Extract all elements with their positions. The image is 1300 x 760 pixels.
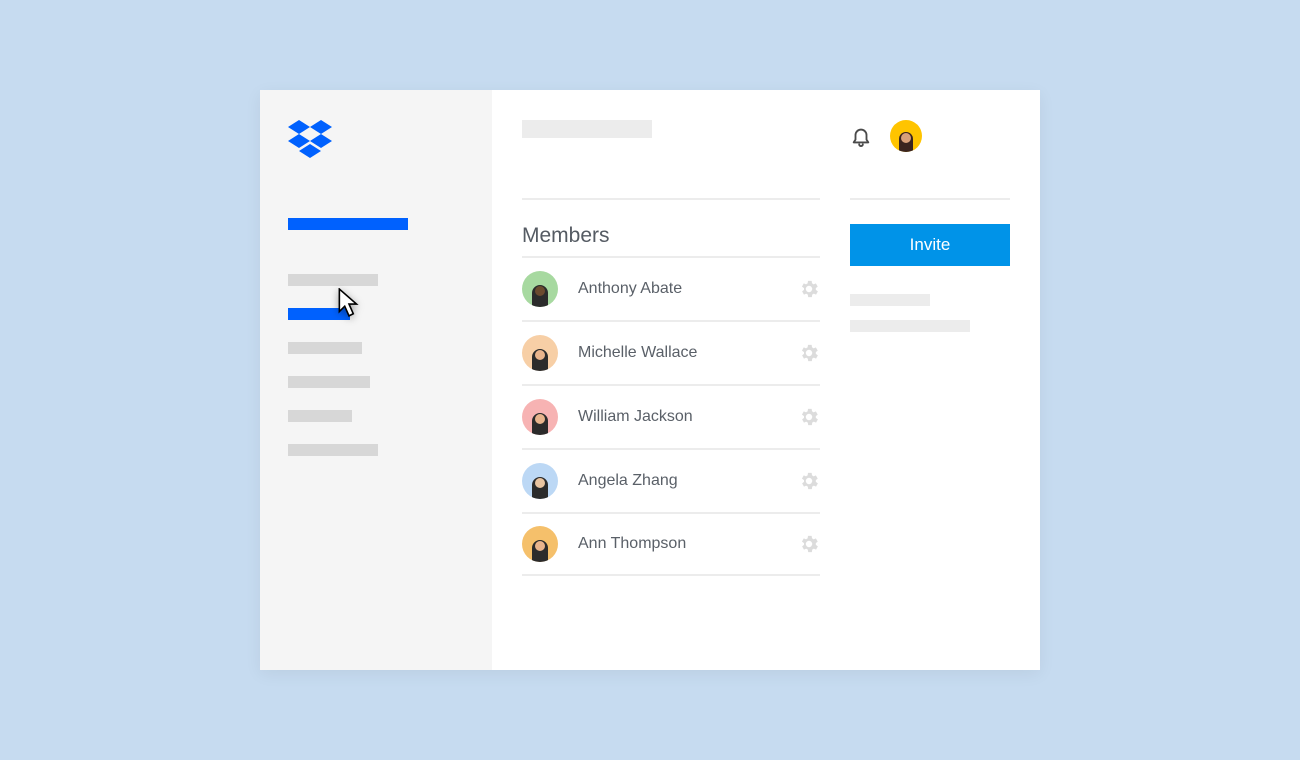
center-column: Members Anthony Abate Michelle Wallace Wil…	[522, 120, 850, 650]
member-settings-gear-icon[interactable]	[798, 470, 820, 492]
header-right	[850, 120, 1010, 198]
sidebar-item[interactable]	[288, 410, 352, 422]
member-avatar	[522, 271, 558, 307]
member-avatar	[522, 463, 558, 499]
member-row: Michelle Wallace	[522, 320, 820, 384]
sidebar-item[interactable]	[288, 376, 370, 388]
member-name: Ann Thompson	[578, 535, 798, 553]
member-row: Ann Thompson	[522, 512, 820, 576]
sidebar-item[interactable]	[288, 274, 378, 286]
member-settings-gear-icon[interactable]	[798, 406, 820, 428]
member-avatar	[522, 399, 558, 435]
member-name: Angela Zhang	[578, 472, 798, 490]
member-name: William Jackson	[578, 408, 798, 426]
side-placeholder	[850, 294, 930, 306]
sidebar-nav	[288, 274, 464, 478]
notifications-bell-icon[interactable]	[850, 124, 872, 148]
page-title-placeholder	[522, 120, 652, 138]
member-avatar	[522, 335, 558, 371]
member-row: Angela Zhang	[522, 448, 820, 512]
member-settings-gear-icon[interactable]	[798, 278, 820, 300]
member-settings-gear-icon[interactable]	[798, 342, 820, 364]
sidebar-item[interactable]	[288, 444, 378, 456]
sidebar	[260, 90, 492, 670]
main-content: Members Anthony Abate Michelle Wallace Wil…	[492, 90, 1040, 670]
divider	[850, 198, 1010, 200]
side-placeholder	[850, 320, 970, 332]
sidebar-item[interactable]	[288, 342, 362, 354]
member-name: Anthony Abate	[578, 280, 798, 298]
sidebar-primary-item[interactable]	[288, 218, 408, 230]
right-column: Invite	[850, 120, 1010, 650]
member-settings-gear-icon[interactable]	[798, 533, 820, 555]
section-title: Members	[522, 224, 820, 248]
member-row: Anthony Abate	[522, 256, 820, 320]
page-header	[522, 120, 820, 198]
member-avatar	[522, 526, 558, 562]
divider	[522, 198, 820, 200]
user-avatar[interactable]	[890, 120, 922, 152]
app-window: Members Anthony Abate Michelle Wallace Wil…	[260, 90, 1040, 670]
sidebar-item-active[interactable]	[288, 308, 350, 320]
member-list: Anthony Abate Michelle Wallace William Jac…	[522, 256, 820, 576]
dropbox-logo-icon	[288, 120, 332, 160]
member-name: Michelle Wallace	[578, 344, 798, 362]
invite-button[interactable]: Invite	[850, 224, 1010, 266]
member-row: William Jackson	[522, 384, 820, 448]
